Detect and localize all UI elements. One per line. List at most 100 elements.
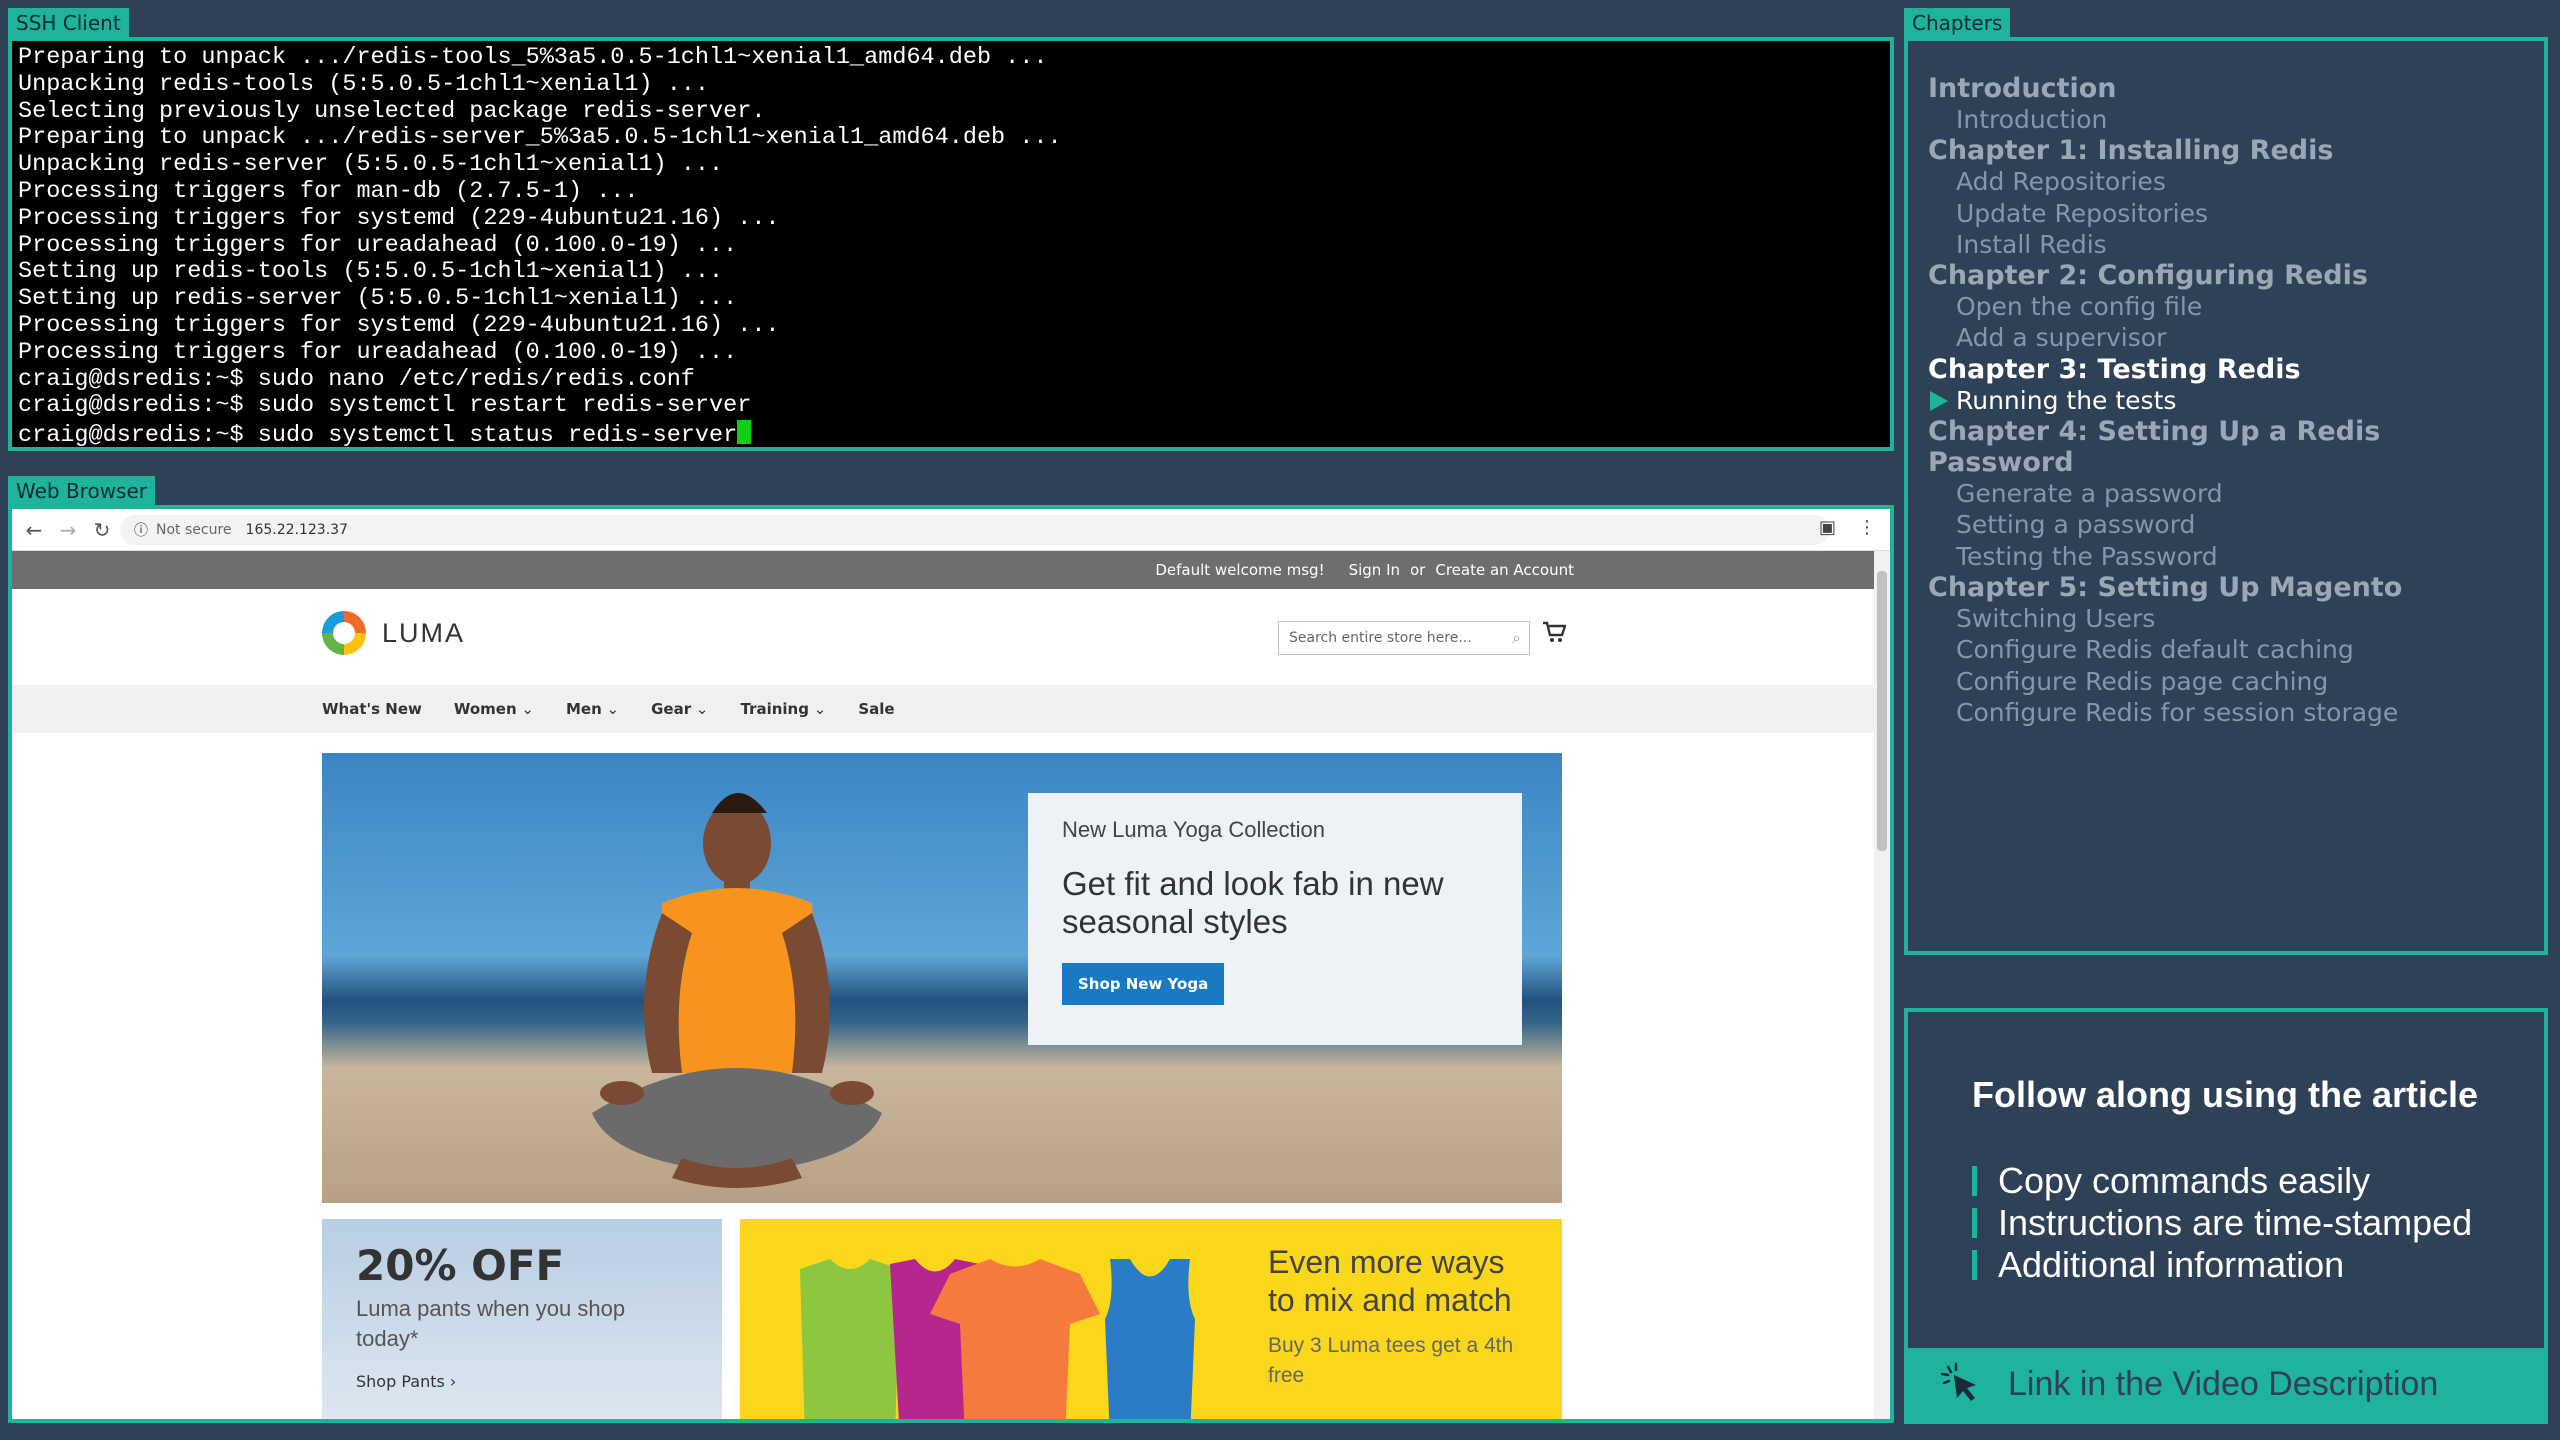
chapter-label: Open the config file — [1956, 292, 2203, 322]
nav-item[interactable]: Women ⌄ — [454, 700, 534, 718]
chapters-tab[interactable]: Chapters — [1904, 8, 2011, 38]
chapter-item[interactable]: Update Repositories — [1928, 198, 2524, 229]
chapter-heading[interactable]: Chapter 1: Installing Redis — [1928, 135, 2524, 166]
nav-item[interactable]: What's New — [322, 700, 422, 718]
nav-item[interactable]: Gear ⌄ — [651, 700, 708, 718]
tees-promo-title: Even more ways to mix and match — [1268, 1244, 1512, 1318]
chevron-down-icon: ⌄ — [516, 700, 534, 718]
menu-dots-icon[interactable]: ⋮ — [1858, 517, 1876, 538]
sign-in-link[interactable]: Sign In — [1349, 561, 1400, 579]
nav-item-label: Men — [566, 700, 602, 718]
tees-promo[interactable]: Even more ways to mix and match Buy 3 Lu… — [740, 1219, 1562, 1419]
chapter-list: Introduction Introduction Chapter 1: Insta… — [1928, 73, 2524, 728]
chapter-label: Install Redis — [1956, 229, 2107, 259]
terminal-line: Preparing to unpack .../redis-server_5%3… — [18, 124, 1062, 152]
chapter-label: Running the tests — [1956, 385, 2177, 415]
reload-icon[interactable]: ↻ — [90, 518, 114, 542]
nav-item[interactable]: Men ⌄ — [566, 700, 619, 718]
info-icon[interactable]: ⓘ — [134, 520, 148, 540]
url-text: 165.22.123.37 — [245, 522, 348, 538]
chapter-label: Add Repositories — [1956, 167, 2166, 197]
luma-logo-icon — [322, 611, 366, 655]
browser-toolbar: ← → ↻ ⓘ Not secure 165.22.123.37 ▣ ⋮ — [12, 509, 1890, 551]
chapter-item[interactable]: Add a supervisor — [1928, 322, 2524, 353]
web-browser-tab[interactable]: Web Browser — [8, 476, 156, 506]
browser-scrollbar[interactable] — [1874, 551, 1890, 1419]
chapter-label: Chapter 3: Testing Redis — [1928, 353, 2301, 385]
hero-card: New Luma Yoga Collection Get fit and loo… — [1028, 793, 1522, 1045]
chapter-heading[interactable]: Introduction — [1928, 73, 2524, 104]
chapter-item[interactable]: Install Redis — [1928, 229, 2524, 260]
chevron-down-icon: ⌄ — [601, 700, 620, 718]
back-arrow-icon[interactable]: ← — [22, 518, 46, 542]
chapter-item[interactable]: Configure Redis default caching — [1928, 634, 2524, 665]
nav-item-label: Training — [740, 700, 809, 718]
terminal-line: Processing triggers for systemd (229-4ub… — [18, 311, 780, 339]
terminal-line: Setting up redis-server (5:5.0.5-1chl1~x… — [18, 285, 738, 313]
search-icon[interactable]: ⌕ — [1512, 628, 1521, 648]
pants-promo[interactable]: 20% OFF Luma pants when you shop today* … — [322, 1219, 722, 1419]
shop-pants-link[interactable]: Shop Pants › — [356, 1372, 688, 1391]
terminal-line: Processing triggers for ureadahead (0.10… — [18, 338, 738, 366]
promo-link-text: Link in the Video Description — [2008, 1364, 2439, 1403]
chevron-down-icon: ⌄ — [691, 700, 709, 718]
chapter-item[interactable]: Open the config file — [1928, 291, 2524, 322]
nav-item[interactable]: Sale — [858, 700, 894, 718]
chapter-item[interactable]: Running the tests — [1928, 385, 2524, 416]
chapter-item[interactable]: Generate a password — [1928, 478, 2524, 509]
cart-icon[interactable] — [1542, 621, 1567, 649]
terminal-line: Unpacking redis-server (5:5.0.5-1chl1~xe… — [18, 151, 724, 179]
terminal-line: Preparing to unpack .../redis-tools_5%3a… — [18, 44, 1048, 71]
chapter-item[interactable]: Introduction — [1928, 104, 2524, 135]
chapter-label: Configure Redis default caching — [1956, 635, 2354, 665]
tees-promo-subtitle: Buy 3 Luma tees get a 4th free — [1268, 1334, 1514, 1387]
chapter-label: Add a supervisor — [1956, 323, 2167, 353]
scrollbar-thumb[interactable] — [1877, 571, 1887, 851]
yoga-woman-image — [592, 793, 882, 1188]
nav-item[interactable]: Training ⌄ — [740, 700, 826, 718]
terminal-line: Processing triggers for systemd (229-4ub… — [18, 204, 780, 232]
chapter-label: Chapter 4: Setting Up a Redis Password — [1928, 416, 2381, 479]
terminal-line: Setting up redis-tools (5:5.0.5-1chl1~xe… — [18, 258, 724, 286]
nav-item-label: Gear — [651, 700, 692, 718]
terminal-line: Unpacking redis-tools (5:5.0.5-1chl1~xen… — [18, 70, 710, 98]
pointer-click-icon — [1940, 1362, 1976, 1401]
chapter-label: Chapter 5: Setting Up Magento — [1928, 571, 2403, 603]
chapter-heading[interactable]: Chapter 3: Testing Redis — [1928, 354, 2524, 385]
hero-subtitle: New Luma Yoga Collection — [1062, 817, 1325, 842]
forward-arrow-icon[interactable]: → — [56, 518, 80, 542]
store-header: LUMA Search entire store here... ⌕ — [12, 589, 1882, 685]
address-bar[interactable]: ⓘ Not secure 165.22.123.37 — [120, 515, 1830, 545]
chapter-item[interactable]: Setting a password — [1928, 509, 2524, 540]
chapter-label: Introduction — [1928, 73, 2117, 104]
store-search-input[interactable]: Search entire store here... ⌕ — [1278, 621, 1530, 655]
create-account-link[interactable]: Create an Account — [1435, 561, 1574, 579]
search-placeholder: Search entire store here... — [1289, 630, 1472, 646]
chapter-label: Chapter 1: Installing Redis — [1928, 135, 2334, 167]
chapter-heading[interactable]: Chapter 5: Setting Up Magento — [1928, 572, 2524, 603]
ssh-client-tab[interactable]: SSH Client — [8, 8, 129, 38]
terminal-line: craig@dsredis:~$ sudo nano /etc/redis/re… — [18, 365, 695, 393]
chapter-heading[interactable]: Chapter 2: Configuring Redis — [1928, 260, 2524, 291]
ssh-terminal[interactable]: Preparing to unpack .../redis-tools_5%3a… — [8, 37, 1894, 451]
chapter-heading[interactable]: Chapter 4: Setting Up a Redis Password — [1928, 416, 2524, 478]
profile-icon[interactable]: ▣ — [1819, 517, 1836, 538]
chapter-item[interactable]: Testing the Password — [1928, 541, 2524, 572]
hero-banner[interactable]: New Luma Yoga Collection Get fit and loo… — [322, 753, 1562, 1203]
chapter-label: Generate a password — [1956, 479, 2223, 509]
web-browser: ← → ↻ ⓘ Not secure 165.22.123.37 ▣ ⋮ Def… — [8, 505, 1894, 1423]
promo-bullet: Instructions are time-stamped — [1972, 1202, 2472, 1244]
video-description-link[interactable]: Link in the Video Description — [1908, 1348, 2544, 1420]
chapter-item[interactable]: Configure Redis page caching — [1928, 666, 2524, 697]
play-icon — [1930, 390, 1948, 411]
chapter-label: Chapter 2: Configuring Redis — [1928, 260, 2368, 292]
store-top-bar: Default welcome msg! Sign In or Create a… — [12, 551, 1882, 589]
or-text: or — [1410, 561, 1426, 579]
promo-bullets: Copy commands easily Instructions are tim… — [1972, 1160, 2472, 1286]
chapter-item[interactable]: Switching Users — [1928, 603, 2524, 634]
chapter-item[interactable]: Add Repositories — [1928, 166, 2524, 197]
nav-item-label: What's New — [322, 700, 422, 718]
chapter-item[interactable]: Configure Redis for session storage — [1928, 697, 2524, 728]
luma-logo[interactable]: LUMA — [322, 611, 465, 655]
shop-new-yoga-button[interactable]: Shop New Yoga — [1062, 963, 1225, 1005]
